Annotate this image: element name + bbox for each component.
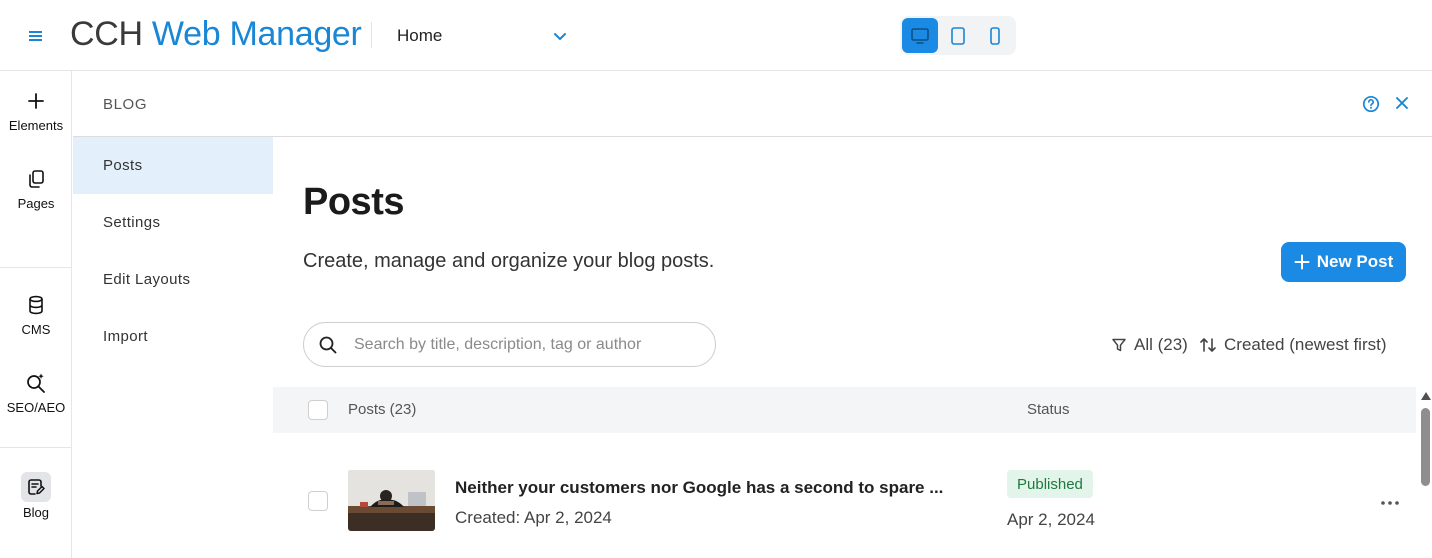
rail-item-pages[interactable]: Pages [0, 166, 72, 211]
desktop-view-button[interactable] [902, 18, 938, 53]
select-all-checkbox[interactable] [308, 400, 328, 420]
posts-content: Posts Create, manage and organize your b… [273, 137, 1432, 558]
rail-item-elements[interactable]: Elements [0, 88, 72, 133]
post-title[interactable]: Neither your customers nor Google has a … [455, 478, 943, 498]
table-header: Posts (23) Status [273, 387, 1416, 433]
database-icon [0, 292, 72, 318]
sort-button[interactable]: Created (newest first) [1199, 333, 1387, 357]
rail-item-seo[interactable]: SEO/AEO [0, 370, 72, 415]
device-switcher [900, 16, 1016, 55]
search-box [303, 322, 716, 367]
status-badge: Published [1007, 470, 1093, 498]
panel-title: BLOG [103, 96, 148, 113]
menu-icon[interactable] [25, 25, 47, 47]
scroll-up-icon[interactable] [1421, 392, 1431, 400]
page-select[interactable]: Home [397, 20, 577, 52]
app-logo: CCH Web Manager [70, 15, 362, 53]
status-date: Apr 2, 2024 [1007, 510, 1095, 529]
close-icon[interactable] [1394, 95, 1410, 116]
mobile-view-button[interactable] [977, 18, 1013, 53]
blog-subnav: Posts Settings Edit Layouts Import [73, 137, 273, 558]
plus-icon [0, 88, 72, 114]
page-select-value: Home [397, 26, 443, 45]
scrollbar[interactable] [1419, 390, 1432, 558]
blog-icon [21, 472, 51, 502]
seo-search-icon [0, 370, 72, 396]
filter-button[interactable]: All (23) [1111, 333, 1188, 357]
tablet-icon [951, 26, 965, 45]
table-row[interactable]: Neither your customers nor Google has a … [273, 433, 1416, 558]
pages-icon [0, 166, 72, 192]
post-thumbnail [348, 470, 435, 531]
more-options-icon[interactable] [1380, 493, 1400, 511]
rail-item-cms[interactable]: CMS [0, 292, 72, 337]
help-icon[interactable] [1362, 95, 1380, 118]
blog-panel-header: BLOG [73, 71, 1432, 137]
left-rail: Elements Pages CMS SEO/AEO Blog [0, 71, 72, 558]
top-bar: CCH Web Manager Home [0, 0, 1432, 71]
post-created-date: Created: Apr 2, 2024 [455, 508, 612, 527]
search-input[interactable] [354, 333, 704, 357]
tablet-view-button[interactable] [940, 18, 976, 53]
rail-divider [0, 447, 72, 448]
subnav-item-edit-layouts[interactable]: Edit Layouts [73, 251, 273, 308]
search-icon [318, 335, 338, 360]
page-title: Posts [303, 181, 404, 223]
row-checkbox[interactable] [308, 491, 328, 511]
scroll-thumb[interactable] [1421, 408, 1430, 486]
subnav-item-settings[interactable]: Settings [73, 194, 273, 251]
page-subtitle: Create, manage and organize your blog po… [303, 250, 715, 272]
chevron-down-icon [552, 28, 568, 49]
desktop-icon [911, 27, 929, 44]
mobile-icon [990, 26, 1000, 45]
subnav-item-import[interactable]: Import [73, 308, 273, 365]
column-header-posts: Posts (23) [348, 401, 417, 418]
rail-item-blog[interactable]: Blog [0, 472, 72, 520]
plus-icon [1294, 254, 1310, 270]
column-header-status: Status [1027, 401, 1070, 418]
subnav-item-posts[interactable]: Posts [73, 137, 273, 194]
new-post-button[interactable]: New Post [1281, 242, 1406, 282]
filter-icon [1112, 338, 1126, 352]
rail-divider [0, 267, 72, 268]
divider [371, 22, 372, 48]
sort-icon [1200, 338, 1216, 352]
